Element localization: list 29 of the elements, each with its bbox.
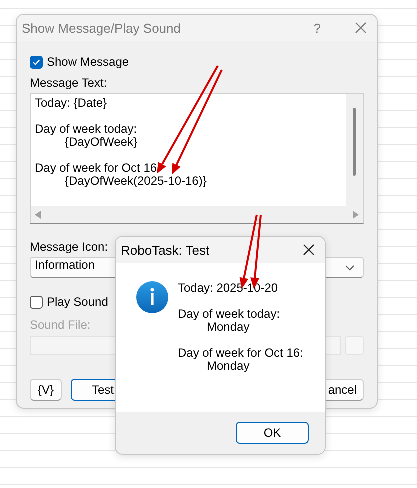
- text-line: {DayOfWeek}: [64, 136, 138, 149]
- field-label: Message Icon:: [30, 240, 108, 254]
- ok-button[interactable]: OK: [236, 422, 309, 444]
- checkbox-label[interactable]: Show Message: [47, 55, 130, 69]
- text-line: Today: 2025-10-20: [178, 282, 278, 295]
- text-line: Monday: [206, 360, 251, 373]
- text-line: Monday: [206, 321, 250, 334]
- text-line: Day of week today:: [178, 308, 280, 321]
- chevron-down-icon: [345, 264, 355, 270]
- scrollbar-thumb[interactable]: [353, 108, 356, 176]
- dropdown-value: Information: [35, 258, 96, 272]
- dialog-button[interactable]: {V}: [30, 379, 62, 401]
- window-title: RoboTask: Test: [121, 242, 211, 258]
- text-line: {DayOfWeek(2025-10-16)}: [64, 175, 208, 188]
- text-line: Day of week today:: [35, 123, 138, 136]
- info-icon: [136, 281, 169, 314]
- checkmark-icon: [32, 58, 41, 66]
- field-label: Message Text:: [30, 76, 108, 90]
- help-button[interactable]: ?: [314, 20, 321, 36]
- text-line: Day of week for Oct 16:: [178, 347, 304, 360]
- checkbox[interactable]: [30, 56, 43, 68]
- checkbox-label[interactable]: Play Sound: [47, 295, 108, 309]
- field-label: Sound File:: [30, 318, 91, 332]
- text-line: Today: {Date}: [35, 97, 108, 110]
- close-icon[interactable]: [303, 244, 315, 256]
- window-title: Show Message/Play Sound: [22, 20, 182, 36]
- scroll-left-icon[interactable]: [35, 210, 41, 218]
- checkbox[interactable]: [30, 296, 43, 308]
- scroll-right-icon[interactable]: [353, 210, 359, 218]
